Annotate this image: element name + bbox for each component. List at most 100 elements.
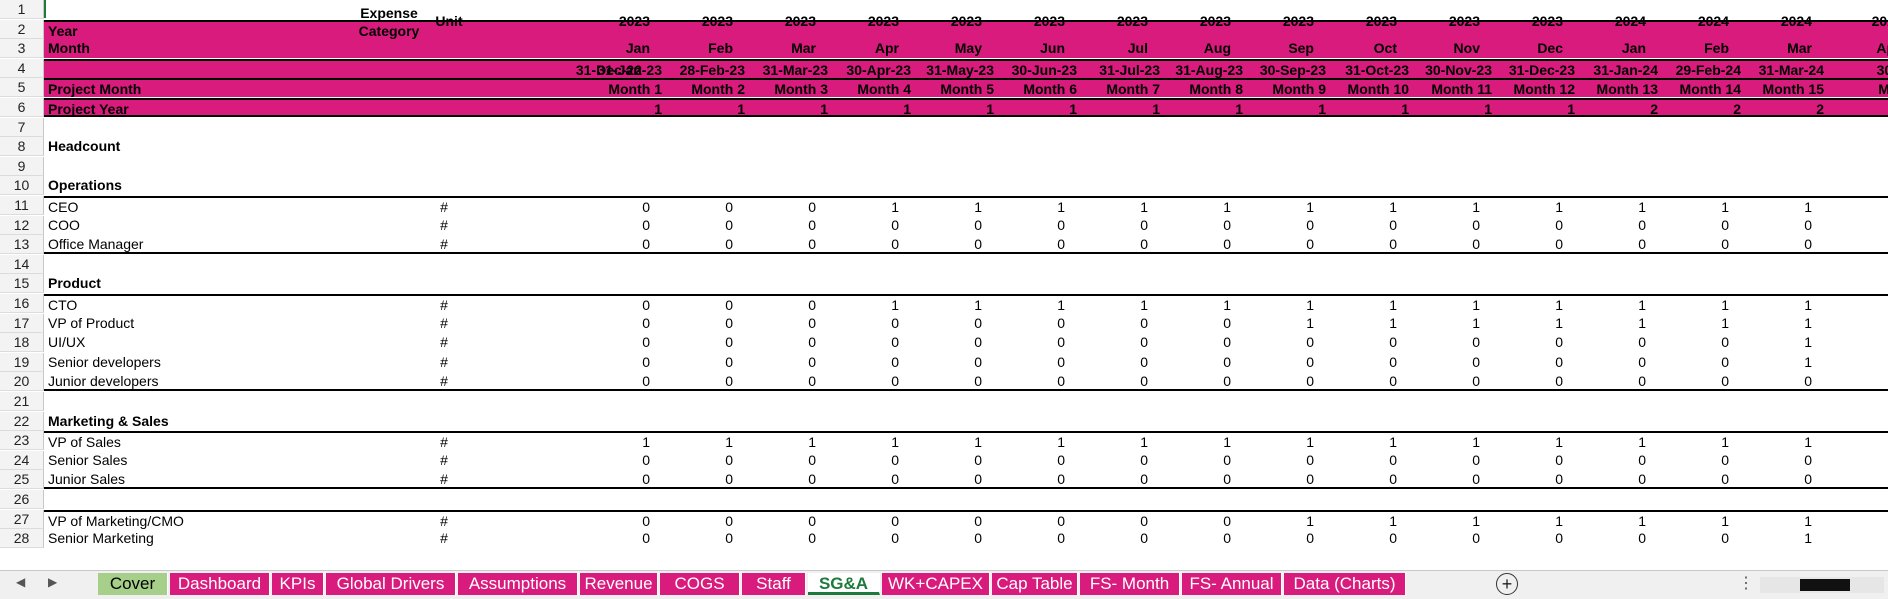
value-cell[interactable]: 0: [583, 314, 664, 333]
date-cell[interactable]: 31-Aug-23: [1164, 61, 1245, 78]
value-cell[interactable]: 1: [1745, 512, 1826, 529]
value-cell[interactable]: 1: [1745, 333, 1826, 352]
value-cell[interactable]: 0: [1164, 372, 1245, 389]
year-cell[interactable]: 2023: [1504, 12, 1577, 29]
value-cell[interactable]: 1: [1579, 198, 1660, 215]
value-cell[interactable]: 1: [998, 198, 1079, 215]
tab-fs-month[interactable]: FS- Month: [1080, 573, 1180, 595]
value-cell[interactable]: 0: [1081, 451, 1162, 470]
row-cells[interactable]: Senior Marketing #0 0 0 0 0 0 0 0 0 0 0 0 0 0 1: [44, 529, 1888, 548]
value-cell[interactable]: 0: [1413, 451, 1494, 470]
value-cell[interactable]: 0: [1745, 235, 1826, 252]
unit-cell[interactable]: #: [434, 198, 454, 215]
row-number[interactable]: 3: [0, 39, 44, 59]
value-cell[interactable]: 1: [1330, 512, 1411, 529]
row-cells[interactable]: [44, 118, 1888, 137]
month-cell[interactable]: Mar: [757, 39, 830, 58]
project-year-cell[interactable]: 1: [1496, 100, 1577, 117]
value-cell[interactable]: 0: [1330, 235, 1411, 252]
value-cell[interactable]: 0: [1247, 333, 1328, 352]
value-cell[interactable]: 1: [1579, 512, 1660, 529]
year-cell[interactable]: 2023: [674, 12, 747, 29]
value-cell[interactable]: 0: [749, 353, 830, 372]
value-cell[interactable]: 0: [1164, 333, 1245, 352]
value-cell[interactable]: 0: [1164, 470, 1245, 487]
year-cell[interactable]: 2023: [1089, 12, 1162, 29]
section-operations[interactable]: Operations: [48, 176, 248, 195]
value-cell[interactable]: 0: [1579, 353, 1660, 372]
value-cell[interactable]: 0: [1330, 451, 1411, 470]
more-options-icon[interactable]: ⋮: [1738, 573, 1754, 593]
value-cell[interactable]: 1: [915, 433, 996, 450]
tab-kpis[interactable]: KPIs: [272, 573, 324, 595]
value-cell[interactable]: 0: [1164, 451, 1245, 470]
value-cell[interactable]: 0: [1413, 372, 1494, 389]
row-number[interactable]: 5: [0, 78, 44, 98]
project-year-cell[interactable]: [1828, 100, 1888, 115]
value-cell[interactable]: 1: [1496, 198, 1577, 215]
value-cell[interactable]: 0: [915, 512, 996, 529]
unit-cell[interactable]: #: [434, 512, 454, 529]
row-number[interactable]: 10: [0, 176, 44, 196]
row-label[interactable]: Senior developers: [48, 353, 288, 372]
row-cells[interactable]: Senior developers #0 0 0 0 0 0 0 0 0 0 0 0 0 0 1: [44, 353, 1888, 372]
project-month-cell[interactable]: Month 11: [1413, 80, 1494, 97]
value-cell[interactable]: 1: [1413, 433, 1494, 450]
row-number[interactable]: 18: [0, 333, 44, 353]
value-cell[interactable]: 0: [998, 314, 1079, 333]
value-cell[interactable]: 0: [749, 333, 830, 352]
row-number[interactable]: 1: [0, 0, 44, 19]
value-cell[interactable]: 0: [1579, 451, 1660, 470]
value-cell[interactable]: 0: [1745, 451, 1826, 470]
project-year-cell[interactable]: 1: [666, 100, 747, 117]
tab-wk-capex[interactable]: WK+CAPEX: [882, 573, 990, 595]
month-cell[interactable]: Dec: [1504, 39, 1577, 58]
year-cell[interactable]: 2023: [757, 12, 830, 29]
value-cell[interactable]: 0: [583, 529, 664, 548]
value-cell[interactable]: 0: [1579, 333, 1660, 352]
value-cell[interactable]: 1: [1745, 296, 1826, 313]
project-month-cell[interactable]: Month 12: [1496, 80, 1577, 97]
value-cell[interactable]: 0: [1247, 372, 1328, 389]
unit-header[interactable]: Unit: [414, 12, 484, 29]
value-cell[interactable]: 0: [1496, 372, 1577, 389]
month-cell[interactable]: Jan: [591, 39, 664, 58]
horizontal-scrollbar[interactable]: [1760, 577, 1884, 593]
project-month-label[interactable]: Project Month: [48, 80, 168, 97]
scrollbar-thumb[interactable]: [1800, 579, 1850, 591]
project-year-cell[interactable]: 1: [998, 100, 1079, 117]
row-number[interactable]: 23: [0, 431, 44, 451]
value-cell[interactable]: 1: [1496, 433, 1577, 450]
project-month-cell[interactable]: Month 13: [1579, 80, 1660, 97]
row-number[interactable]: 12: [0, 215, 44, 235]
row-cells[interactable]: Headcount: [44, 137, 1888, 156]
value-cell[interactable]: 0: [1081, 470, 1162, 487]
spreadsheet-grid[interactable]: 1 2 Year Expense Category Unit 2023 2023 2023 20…: [0, 0, 1888, 570]
row-number[interactable]: 27: [0, 509, 44, 529]
value-cell[interactable]: 0: [832, 235, 913, 252]
row-cells[interactable]: Product: [44, 274, 1888, 293]
value-cell[interactable]: 0: [1081, 353, 1162, 372]
value-cell[interactable]: 0: [583, 353, 664, 372]
value-cell[interactable]: 0: [1662, 470, 1743, 487]
value-cell[interactable]: 0: [666, 470, 747, 487]
row-number[interactable]: 6: [0, 98, 44, 117]
row-cells[interactable]: [44, 392, 1888, 411]
project-month-cell[interactable]: Month 7: [1081, 80, 1162, 97]
unit-cell[interactable]: #: [434, 372, 454, 389]
value-cell[interactable]: 0: [1662, 216, 1743, 235]
row-label[interactable]: Office Manager: [48, 235, 288, 252]
value-cell[interactable]: 0: [1579, 529, 1660, 548]
value-cell[interactable]: 0: [1413, 216, 1494, 235]
value-cell[interactable]: 0: [1662, 333, 1743, 352]
tab-fs-annual[interactable]: FS- Annual: [1182, 573, 1282, 595]
project-month-cell[interactable]: Month 9: [1247, 80, 1328, 97]
project-year-label[interactable]: Project Year: [48, 100, 168, 117]
value-cell[interactable]: 0: [998, 470, 1079, 487]
unit-cell[interactable]: #: [434, 296, 454, 313]
value-cell[interactable]: 0: [1662, 372, 1743, 389]
value-cell[interactable]: 0: [832, 216, 913, 235]
value-cell[interactable]: 0: [1081, 512, 1162, 529]
value-cell[interactable]: 0: [915, 314, 996, 333]
value-cell[interactable]: 0: [1496, 216, 1577, 235]
